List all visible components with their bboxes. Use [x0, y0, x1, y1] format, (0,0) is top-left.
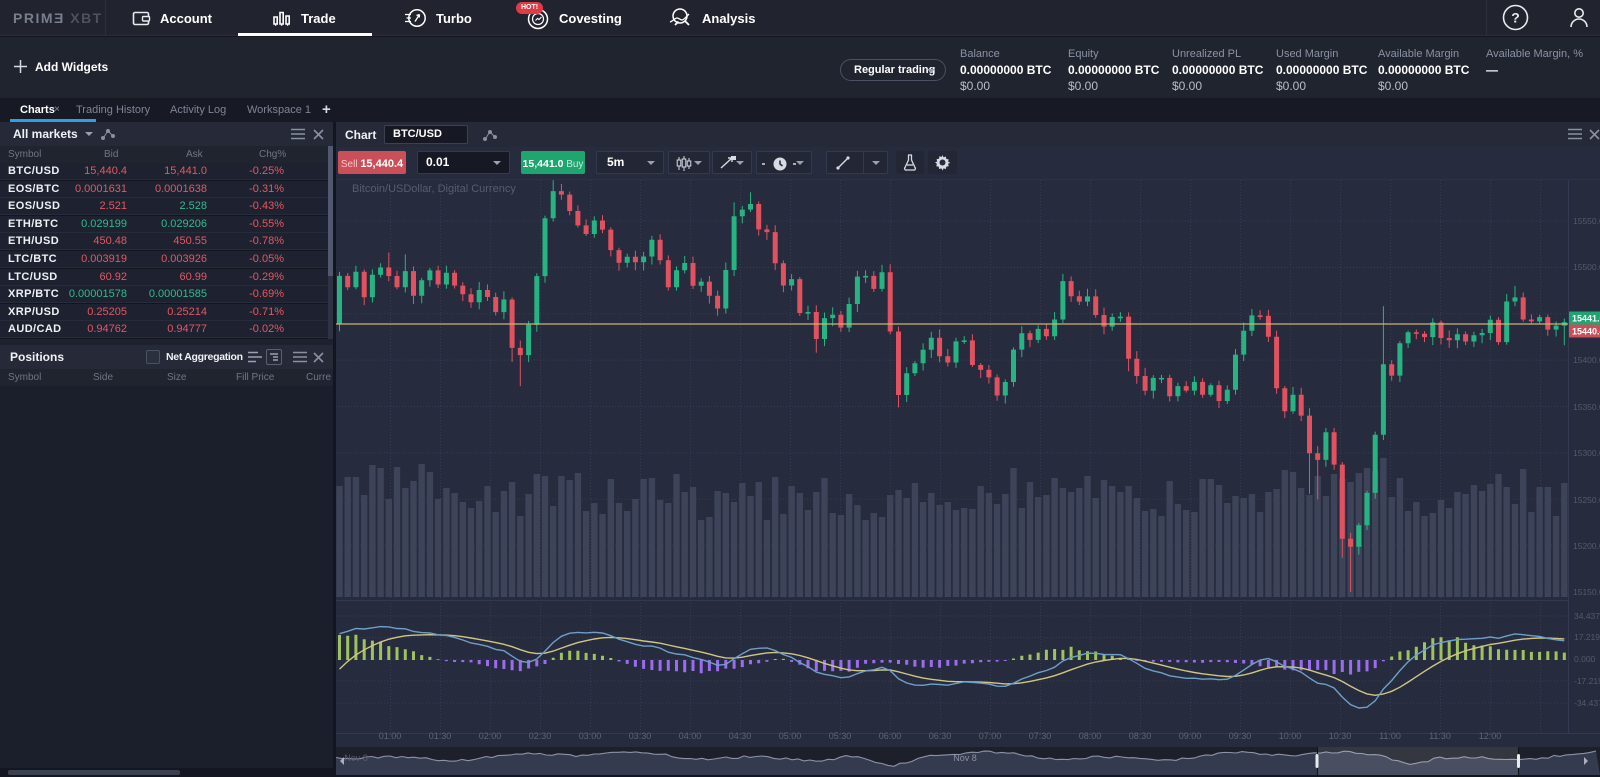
svg-text:01:30: 01:30	[429, 731, 452, 741]
svg-text:15500.0: 15500.0	[1573, 262, 1600, 272]
svg-text:?: ?	[1511, 10, 1520, 26]
svg-text:09:30: 09:30	[1229, 731, 1252, 741]
svg-text:02:00: 02:00	[479, 731, 502, 741]
svg-text:08:30: 08:30	[1129, 731, 1152, 741]
svg-text:15150.0: 15150.0	[1573, 587, 1600, 597]
svg-text:04:30: 04:30	[729, 731, 752, 741]
svg-text:07:00: 07:00	[979, 731, 1002, 741]
svg-text:15440.4: 15440.4	[1572, 327, 1600, 337]
svg-text:15350.0: 15350.0	[1573, 402, 1600, 412]
svg-text:15250.0: 15250.0	[1573, 495, 1600, 505]
svg-text:Nov 8: Nov 8	[344, 753, 368, 763]
svg-text:03:00: 03:00	[579, 731, 602, 741]
svg-text:05:00: 05:00	[779, 731, 802, 741]
svg-text:08:00: 08:00	[1079, 731, 1102, 741]
svg-text:-34.437: -34.437	[1574, 698, 1600, 708]
svg-text:15441.0: 15441.0	[1572, 314, 1600, 324]
svg-text:06:30: 06:30	[929, 731, 952, 741]
svg-text:Nov 8: Nov 8	[953, 753, 977, 763]
svg-text:15200.0: 15200.0	[1573, 541, 1600, 551]
svg-text:15550.0: 15550.0	[1573, 216, 1600, 226]
svg-text:09:00: 09:00	[1179, 731, 1202, 741]
svg-text:17.219: 17.219	[1574, 632, 1600, 642]
svg-text:10:00: 10:00	[1279, 731, 1302, 741]
svg-text:Bitcoin/USDollar, Digital Curr: Bitcoin/USDollar, Digital Currency	[352, 183, 516, 195]
svg-text:-17.219: -17.219	[1574, 676, 1600, 686]
svg-text:06:00: 06:00	[879, 731, 902, 741]
svg-text:04:00: 04:00	[679, 731, 702, 741]
svg-text:0.000: 0.000	[1574, 654, 1596, 664]
svg-text:11:00: 11:00	[1379, 731, 1401, 741]
svg-text:12:00: 12:00	[1479, 731, 1502, 741]
svg-text:11:30: 11:30	[1429, 731, 1451, 741]
svg-text:15400.0: 15400.0	[1573, 355, 1600, 365]
svg-text:34.437: 34.437	[1574, 611, 1600, 621]
svg-text:05:30: 05:30	[829, 731, 852, 741]
svg-text:07:30: 07:30	[1029, 731, 1052, 741]
svg-text:15300.0: 15300.0	[1573, 448, 1600, 458]
svg-text:02:30: 02:30	[529, 731, 552, 741]
svg-text:03:30: 03:30	[629, 731, 652, 741]
svg-text:01:00: 01:00	[379, 731, 402, 741]
svg-text:10:30: 10:30	[1329, 731, 1352, 741]
